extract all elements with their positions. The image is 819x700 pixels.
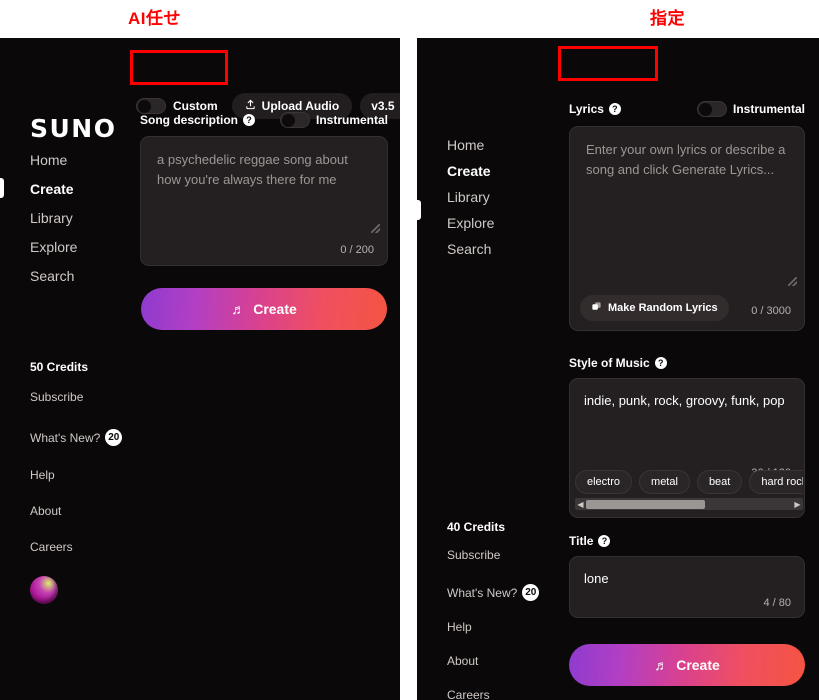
- left-sidebar-footer: 50 Credits Subscribe What's New? 20 Help…: [30, 360, 123, 604]
- careers-link[interactable]: Careers: [447, 688, 539, 700]
- style-of-music-label: Style of Music: [569, 356, 650, 370]
- right-sidebar: Home Create Library Explore Search 40 Cr…: [417, 38, 549, 700]
- suno-logo: SUNO: [30, 114, 117, 143]
- scroll-right-arrow[interactable]: ▶: [792, 500, 803, 509]
- make-random-lyrics-button[interactable]: Make Random Lyrics: [580, 295, 729, 321]
- style-suggestion-chips: electro metal beat hard rock indie p: [575, 470, 803, 494]
- resize-grip[interactable]: [788, 277, 797, 286]
- right-nav: Home Create Library Explore Search: [447, 138, 494, 256]
- careers-link[interactable]: Careers: [30, 540, 122, 554]
- left-panel-caption: AI任せ: [128, 9, 181, 28]
- active-nav-indicator: [417, 200, 421, 220]
- song-description-label-group: Song description ?: [140, 113, 256, 127]
- scroll-thumb[interactable]: [586, 499, 706, 509]
- help-icon[interactable]: ?: [243, 114, 256, 126]
- instrumental-toggle[interactable]: Instrumental: [279, 112, 388, 128]
- whats-new-badge: 20: [105, 429, 123, 446]
- active-nav-indicator: [0, 178, 4, 198]
- style-chip[interactable]: metal: [639, 470, 690, 494]
- title-value: lone: [584, 571, 609, 586]
- make-random-lyrics-label: Make Random Lyrics: [608, 302, 718, 314]
- sidebar-item-explore[interactable]: Explore: [447, 216, 494, 230]
- create-button[interactable]: ♬ Create: [569, 644, 805, 686]
- create-button-label: Create: [676, 657, 720, 673]
- create-button[interactable]: ♬ Create: [141, 288, 387, 330]
- style-chips-scrollbar[interactable]: ◀ ▶: [575, 498, 803, 510]
- song-description-label: Song description: [140, 113, 239, 127]
- sidebar-item-home[interactable]: Home: [447, 138, 494, 152]
- sidebar-item-create[interactable]: Create: [30, 182, 77, 196]
- instrumental-toggle[interactable]: Instrumental: [696, 101, 805, 117]
- screenshot-root: AI任せ 指定 Home Create Library Explore Sear…: [0, 0, 819, 700]
- whats-new-label: What's New?: [447, 585, 518, 600]
- about-link[interactable]: About: [30, 504, 122, 518]
- dice-icon: [591, 301, 602, 315]
- style-chip[interactable]: beat: [696, 470, 743, 494]
- style-chip[interactable]: hard rock: [749, 470, 803, 494]
- style-of-music-label-group: Style of Music ?: [569, 356, 667, 370]
- music-note-icon: ♬: [231, 301, 246, 317]
- title-counter: 4 / 80: [763, 597, 791, 609]
- song-description-input[interactable]: a psychedelic reggae song about how you'…: [140, 136, 388, 266]
- sidebar-item-search[interactable]: Search: [30, 269, 77, 283]
- style-of-music-input[interactable]: indie, punk, rock, groovy, funk, pop 36 …: [569, 378, 805, 518]
- lyrics-label-group: Lyrics ?: [569, 102, 621, 116]
- version-label: v3.5: [371, 99, 395, 113]
- music-note-icon: ♬: [654, 657, 669, 673]
- scroll-left-arrow[interactable]: ◀: [575, 500, 586, 509]
- lyrics-placeholder: Enter your own lyrics or describe a song…: [586, 142, 786, 177]
- create-button-label: Create: [253, 301, 297, 317]
- help-link[interactable]: Help: [447, 620, 539, 634]
- right-app-panel: Home Create Library Explore Search 40 Cr…: [417, 38, 819, 700]
- style-of-music-value: indie, punk, rock, groovy, funk, pop: [584, 393, 785, 408]
- sidebar-item-create[interactable]: Create: [447, 164, 494, 178]
- whats-new-link[interactable]: What's New? 20: [447, 584, 540, 601]
- song-description-counter: 0 / 200: [340, 244, 374, 256]
- whats-new-link[interactable]: What's New? 20: [30, 429, 123, 446]
- toggle-knob: [281, 114, 295, 127]
- title-label-group: Title ?: [569, 534, 611, 548]
- left-nav: Home Create Library Explore Search: [30, 153, 77, 283]
- lyrics-row: Lyrics ? Instrumental: [569, 101, 805, 117]
- title-label: Title: [569, 534, 594, 548]
- sidebar-item-library[interactable]: Library: [30, 211, 77, 225]
- right-sidebar-footer: 40 Credits Subscribe What's New? 20 Help…: [447, 520, 540, 700]
- title-input[interactable]: lone 4 / 80: [569, 556, 805, 618]
- subscribe-link[interactable]: Subscribe: [30, 390, 122, 404]
- help-icon[interactable]: ?: [608, 103, 621, 115]
- upload-icon: [245, 99, 256, 113]
- avatar[interactable]: [30, 576, 58, 604]
- resize-grip[interactable]: [371, 224, 380, 233]
- about-link[interactable]: About: [447, 654, 539, 668]
- help-icon[interactable]: ?: [598, 535, 611, 547]
- style-chip[interactable]: electro: [575, 470, 633, 494]
- song-description-row: Song description ? Instrumental: [140, 112, 388, 128]
- sidebar-item-library[interactable]: Library: [447, 190, 494, 204]
- lyrics-input[interactable]: Enter your own lyrics or describe a song…: [569, 126, 805, 331]
- instrumental-toggle-label: Instrumental: [315, 113, 388, 127]
- whats-new-label: What's New?: [30, 430, 101, 445]
- song-description-placeholder: a psychedelic reggae song about how you'…: [157, 152, 348, 187]
- scroll-track[interactable]: [586, 499, 792, 509]
- sidebar-item-home[interactable]: Home: [30, 153, 77, 167]
- subscribe-link[interactable]: Subscribe: [447, 548, 539, 562]
- credits-label: 40 Credits: [447, 520, 506, 534]
- help-icon[interactable]: ?: [654, 357, 667, 369]
- left-app-panel: Home Create Library Explore Search 50 Cr…: [0, 38, 400, 700]
- credits-label: 50 Credits: [30, 360, 89, 374]
- instrumental-toggle-label: Instrumental: [732, 102, 805, 116]
- lyrics-label: Lyrics: [569, 102, 604, 116]
- whats-new-badge: 20: [522, 584, 540, 601]
- sidebar-item-search[interactable]: Search: [447, 242, 494, 256]
- help-link[interactable]: Help: [30, 468, 122, 482]
- sidebar-item-explore[interactable]: Explore: [30, 240, 77, 254]
- instrumental-toggle-switch[interactable]: [696, 101, 727, 117]
- upload-audio-label: Upload Audio: [261, 99, 340, 113]
- toggle-knob: [698, 103, 712, 116]
- instrumental-toggle-switch[interactable]: [279, 112, 310, 128]
- lyrics-counter: 0 / 3000: [751, 305, 791, 317]
- custom-toggle-label: Custom: [173, 99, 218, 113]
- right-panel-caption: 指定: [650, 9, 685, 28]
